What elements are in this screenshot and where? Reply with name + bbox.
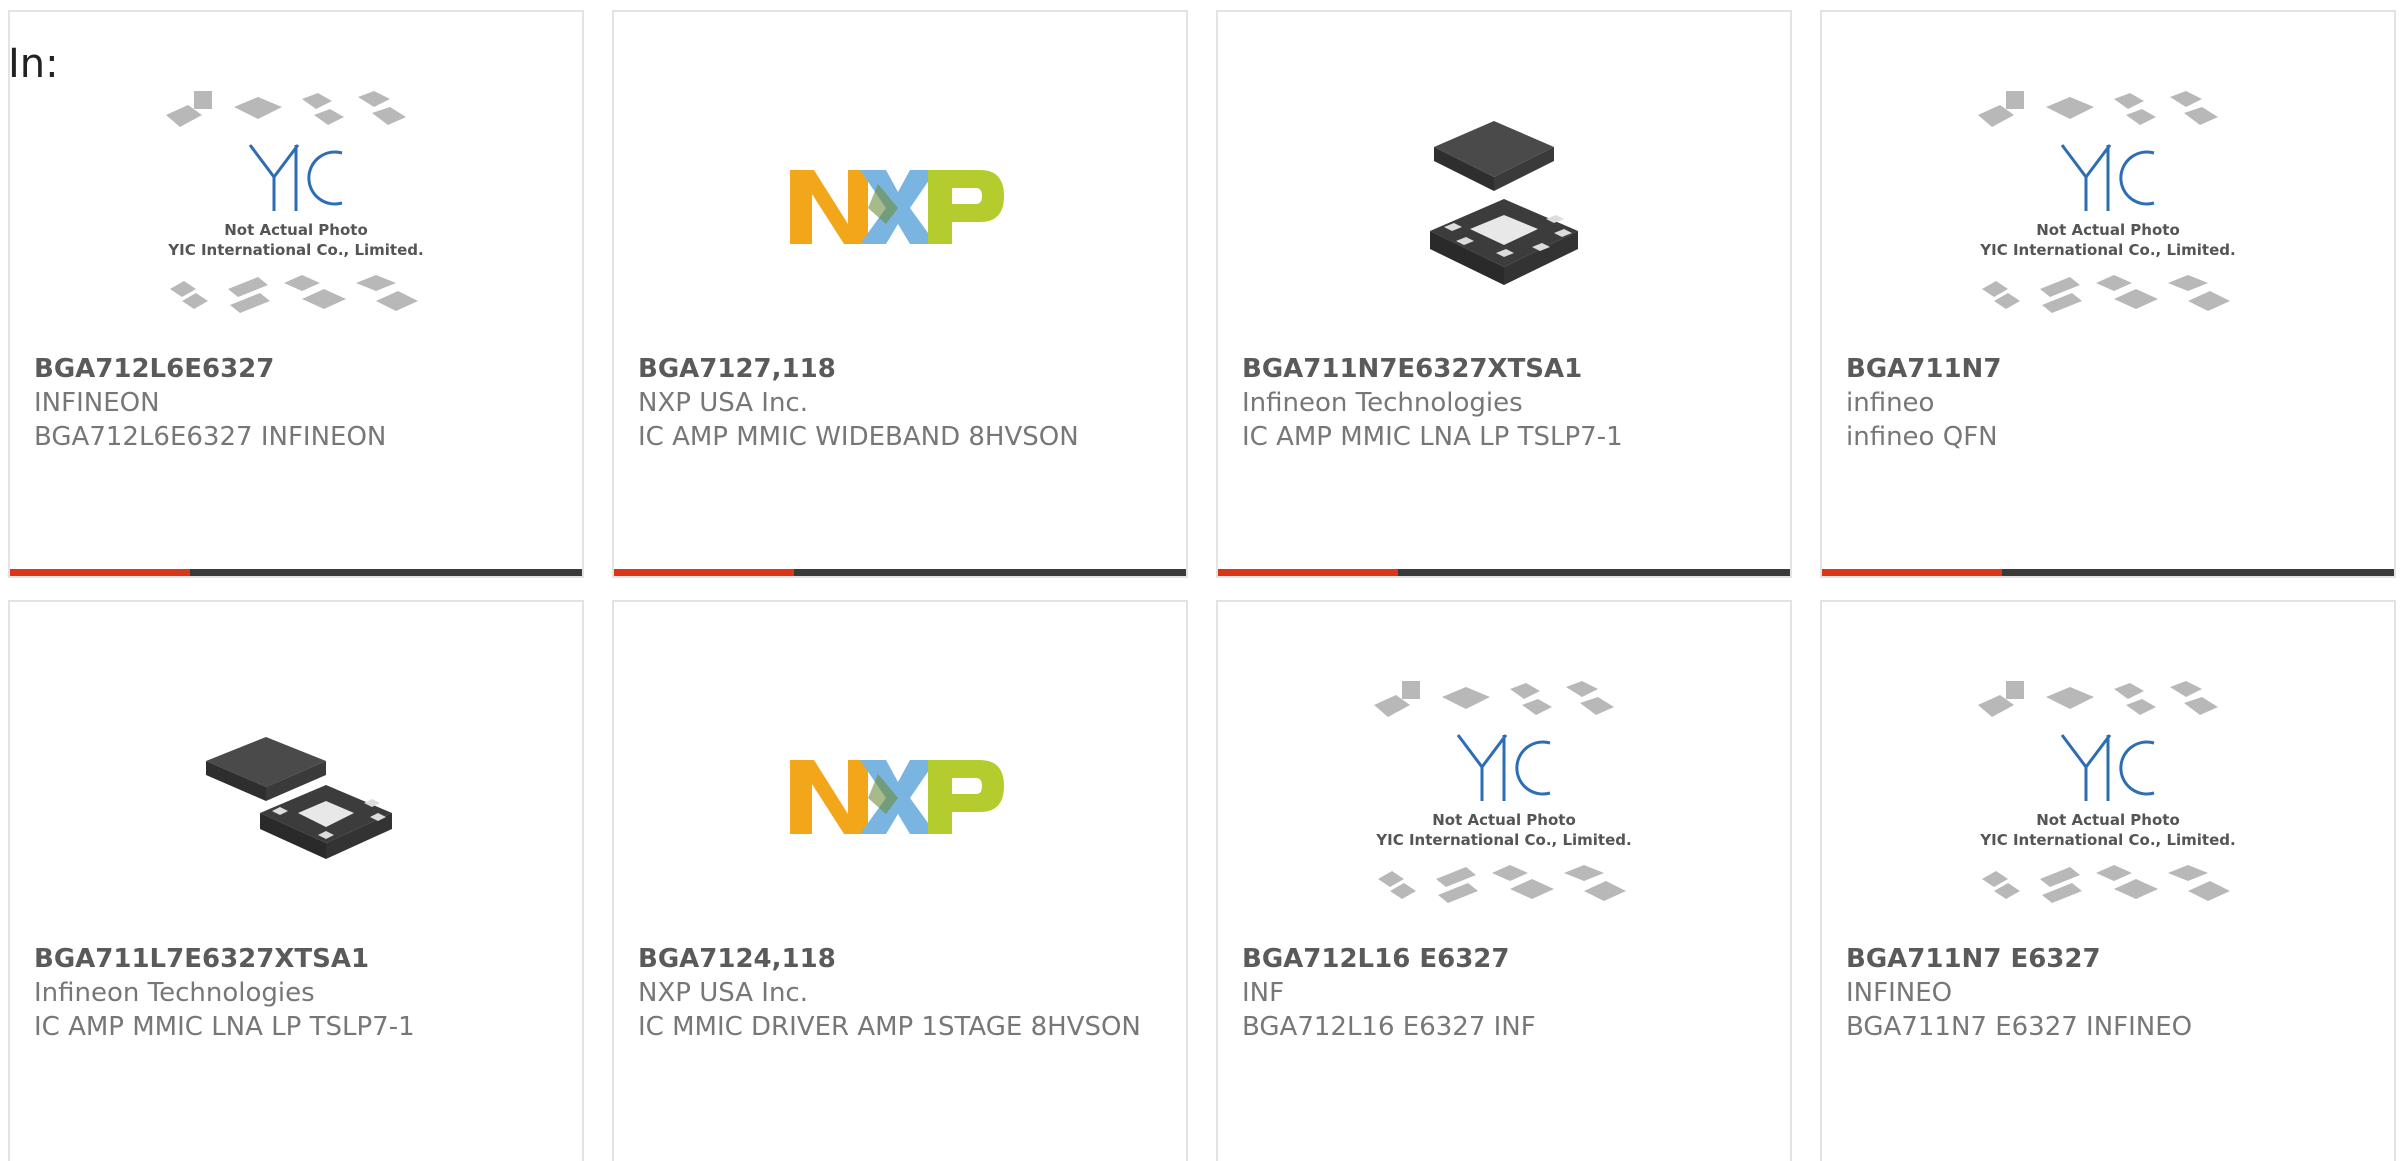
product-image[interactable]: Not Actual Photo YIC International Co., …: [1822, 72, 2394, 342]
placeholder-line2: YIC International Co., Limited.: [167, 241, 423, 259]
product-info: BGA711N7 infineo infineo QFN: [1846, 352, 2374, 454]
product-card[interactable]: Not Actual Photo YIC International Co., …: [1820, 600, 2396, 1161]
description: IC AMP MMIC WIDEBAND 8HVSON: [638, 422, 1079, 452]
product-info: BGA7127,118 NXP USA Inc. IC AMP MMIC WID…: [638, 352, 1166, 454]
card-footer-bar: [10, 569, 582, 576]
product-card[interactable]: BGA7124,118 NXP USA Inc. IC MMIC DRIVER …: [612, 600, 1188, 1161]
product-card[interactable]: Not Actual Photo YIC International Co., …: [1820, 10, 2396, 578]
manufacturer: INFINEO: [1846, 978, 1953, 1008]
part-number[interactable]: BGA712L16 E6327: [1242, 942, 1770, 976]
description: BGA712L16 E6327 INF: [1242, 1012, 1536, 1042]
product-image[interactable]: [614, 72, 1186, 342]
yic-placeholder-image: Not Actual Photo YIC International Co., …: [1978, 91, 2236, 313]
description: IC MMIC DRIVER AMP 1STAGE 8HVSON: [638, 1012, 1141, 1042]
product-card[interactable]: BGA711L7E6327XTSA1 Infineon Technologies…: [8, 600, 584, 1161]
placeholder-line2: YIC International Co., Limited.: [1375, 831, 1631, 849]
product-grid-page: In: Not Actual Photo YIC International C…: [0, 0, 2403, 1161]
product-image[interactable]: Not Actual Photo YIC International Co., …: [10, 72, 582, 342]
card-footer-accent: [10, 569, 191, 576]
manufacturer: INFINEON: [34, 388, 160, 418]
product-grid: Not Actual Photo YIC International Co., …: [8, 10, 2403, 1161]
description: infineo QFN: [1846, 422, 1998, 452]
manufacturer: Infineon Technologies: [34, 978, 315, 1008]
product-image[interactable]: [1218, 72, 1790, 342]
manufacturer: infineo: [1846, 388, 1935, 418]
placeholder-line1: Not Actual Photo: [2036, 221, 2180, 239]
placeholder-line2: YIC International Co., Limited.: [1979, 831, 2235, 849]
placeholder-line1: Not Actual Photo: [224, 221, 368, 239]
part-number[interactable]: BGA711N7 E6327: [1846, 942, 2374, 976]
placeholder-line1: Not Actual Photo: [2036, 811, 2180, 829]
chip-package-photo: [1430, 121, 1578, 285]
part-number[interactable]: BGA712L6E6327: [34, 352, 562, 386]
product-image[interactable]: [614, 662, 1186, 932]
placeholder-line1: Not Actual Photo: [1432, 811, 1576, 829]
card-footer-accent: [1218, 569, 1399, 576]
product-info: BGA711N7E6327XTSA1 Infineon Technologies…: [1242, 352, 1770, 454]
product-info: BGA7124,118 NXP USA Inc. IC MMIC DRIVER …: [638, 942, 1166, 1044]
manufacturer: Infineon Technologies: [1242, 388, 1523, 418]
product-image[interactable]: [10, 662, 582, 932]
card-footer-bar: [1822, 569, 2394, 576]
card-footer-accent: [1822, 569, 2003, 576]
in-label: In:: [8, 41, 59, 87]
product-image[interactable]: Not Actual Photo YIC International Co., …: [1822, 662, 2394, 932]
card-footer-bar: [614, 569, 1186, 576]
manufacturer: NXP USA Inc.: [638, 978, 808, 1008]
product-card[interactable]: Not Actual Photo YIC International Co., …: [8, 10, 584, 578]
description: BGA711N7 E6327 INFINEO: [1846, 1012, 2193, 1042]
manufacturer: INF: [1242, 978, 1285, 1008]
description: IC AMP MMIC LNA LP TSLP7-1: [34, 1012, 415, 1042]
card-footer-bar: [1218, 569, 1790, 576]
product-card[interactable]: BGA711N7E6327XTSA1 Infineon Technologies…: [1216, 10, 1792, 578]
yic-placeholder-image: Not Actual Photo YIC International Co., …: [1374, 681, 1632, 903]
chip-package-photo: [206, 737, 392, 859]
product-card[interactable]: Not Actual Photo YIC International Co., …: [1216, 600, 1792, 1161]
part-number[interactable]: BGA7127,118: [638, 352, 1166, 386]
product-info: BGA711L7E6327XTSA1 Infineon Technologies…: [34, 942, 562, 1044]
part-number[interactable]: BGA711L7E6327XTSA1: [34, 942, 562, 976]
product-card[interactable]: BGA7127,118 NXP USA Inc. IC AMP MMIC WID…: [612, 10, 1188, 578]
product-info: BGA712L16 E6327 INF BGA712L16 E6327 INF: [1242, 942, 1770, 1044]
card-footer-accent: [614, 569, 795, 576]
nxp-logo: [790, 760, 1004, 834]
manufacturer: NXP USA Inc.: [638, 388, 808, 418]
product-image[interactable]: Not Actual Photo YIC International Co., …: [1218, 662, 1790, 932]
yic-placeholder-image: Not Actual Photo YIC International Co., …: [166, 91, 424, 313]
part-number[interactable]: BGA7124,118: [638, 942, 1166, 976]
nxp-logo: [790, 170, 1004, 244]
product-info: BGA711N7 E6327 INFINEO BGA711N7 E6327 IN…: [1846, 942, 2374, 1044]
part-number[interactable]: BGA711N7: [1846, 352, 2374, 386]
placeholder-line2: YIC International Co., Limited.: [1979, 241, 2235, 259]
description: BGA712L6E6327 INFINEON: [34, 422, 387, 452]
description: IC AMP MMIC LNA LP TSLP7-1: [1242, 422, 1623, 452]
part-number[interactable]: BGA711N7E6327XTSA1: [1242, 352, 1770, 386]
yic-placeholder-image: Not Actual Photo YIC International Co., …: [1978, 681, 2236, 903]
product-info: BGA712L6E6327 INFINEON BGA712L6E6327 INF…: [34, 352, 562, 454]
